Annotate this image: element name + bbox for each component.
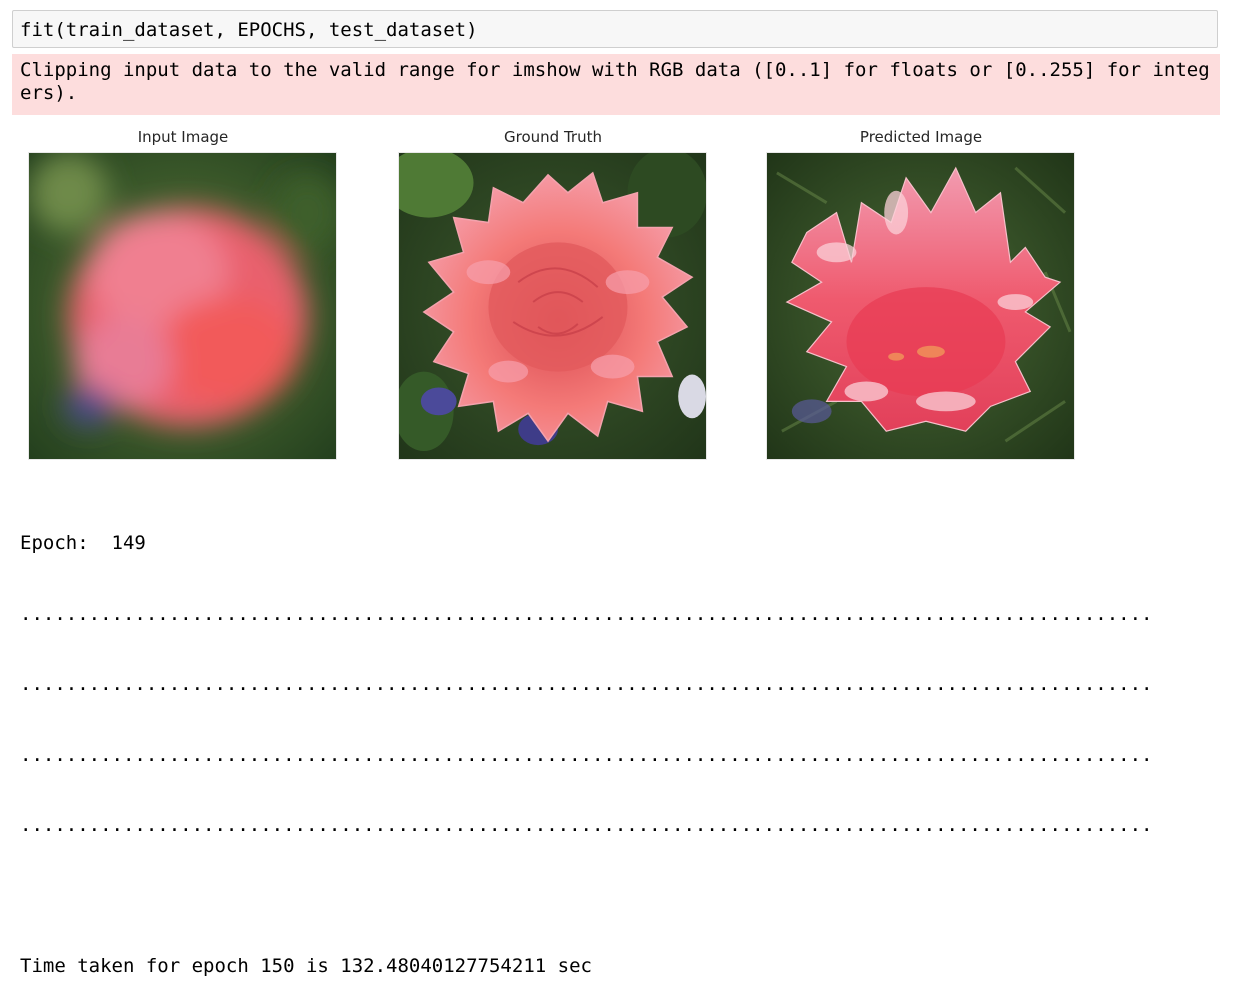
predicted-image <box>766 152 1075 460</box>
stderr-warning-text: Clipping input data to the valid range f… <box>20 59 1210 104</box>
training-output: Epoch: 149 .............................… <box>20 485 1152 1002</box>
panel-title-ground-truth: Ground Truth <box>504 128 602 146</box>
progress-dots: ........................................… <box>20 814 1153 836</box>
epoch-time-line: Time taken for epoch 150 is 132.48040127… <box>20 955 592 977</box>
progress-dots: ........................................… <box>20 602 1153 625</box>
input-image <box>28 152 337 460</box>
epoch-line: Epoch: 149 <box>20 532 146 554</box>
progress-dots: ........................................… <box>20 673 1153 695</box>
panel-title-predicted: Predicted Image <box>859 128 983 146</box>
panel-title-input: Input Image <box>137 128 229 146</box>
ground-truth-image <box>398 152 707 460</box>
progress-dots: ........................................… <box>20 743 1153 766</box>
stderr-output: Clipping input data to the valid range f… <box>12 54 1220 115</box>
code-cell-source[interactable]: fit(train_dataset, EPOCHS, test_dataset) <box>20 19 478 41</box>
code-cell[interactable]: fit(train_dataset, EPOCHS, test_dataset) <box>12 10 1218 48</box>
